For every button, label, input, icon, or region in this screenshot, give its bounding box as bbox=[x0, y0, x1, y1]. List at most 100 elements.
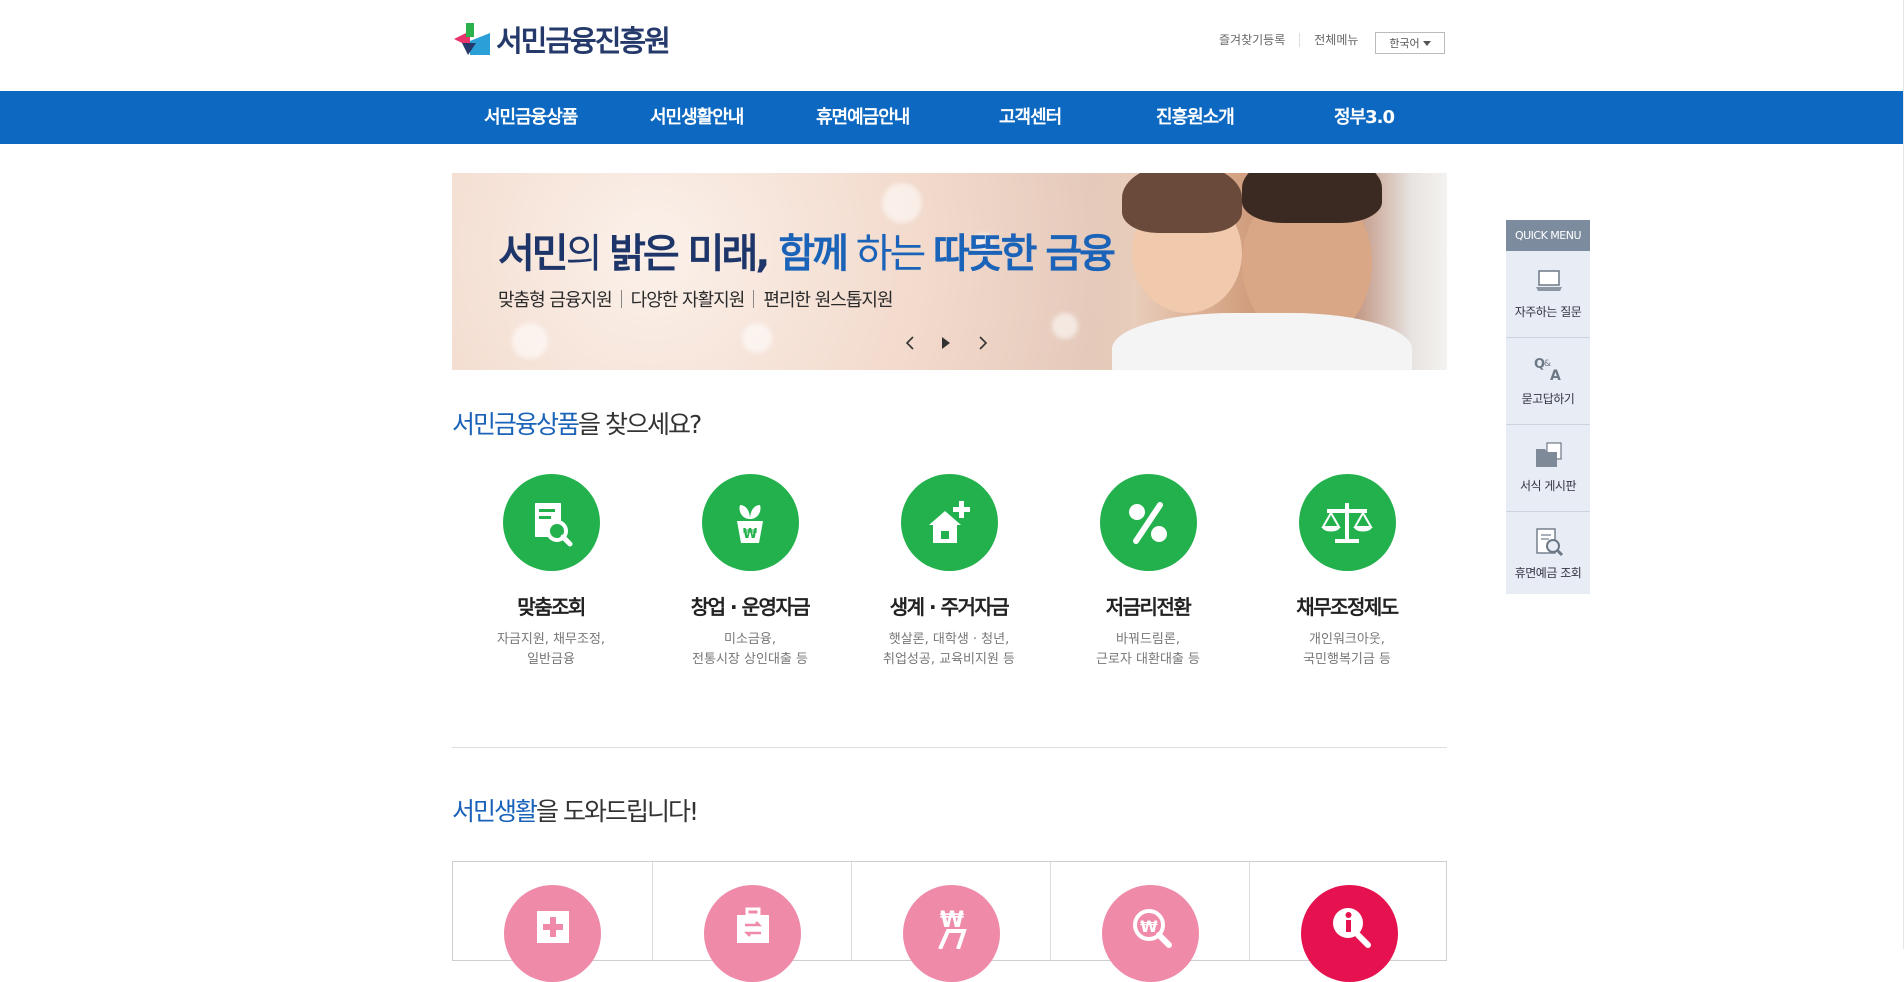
product-item-low-rate-conversion[interactable]: 저금리전환 바꿔드림론, 근로자 대환대출 등 bbox=[1048, 474, 1248, 670]
life-title-rest: 을 도와드립니다! bbox=[536, 797, 699, 826]
product-item-living-fund[interactable]: 생계 · 주거자금 햇살론, 대학생 · 청년, 취업성공, 교육비지원 등 bbox=[849, 474, 1049, 670]
products-title-highlight: 서민금융상품 bbox=[452, 410, 580, 439]
product-item-debt-adjustment[interactable]: 채무조정제도 개인워크아웃, 국민행복기금 등 bbox=[1247, 474, 1447, 670]
nav-item-customer-center[interactable]: 고객센터 bbox=[999, 91, 1062, 144]
product-icon-circle bbox=[1099, 474, 1197, 571]
nav-item-products[interactable]: 서민금융상품 bbox=[484, 91, 578, 144]
life-item-finance-aid[interactable]: ₩ bbox=[903, 885, 1000, 982]
banner-sub-divider bbox=[753, 290, 755, 308]
bokeh-light bbox=[882, 183, 922, 223]
won-chair-icon: ₩ bbox=[937, 908, 967, 949]
main-navigation: 서민금융상품 서민생활안내 휴면예금안내 고객센터 진흥원소개 정부3.0 bbox=[0, 91, 1903, 144]
product-desc-line: 자금지원, 채무조정, bbox=[496, 632, 606, 647]
banner-sub-divider bbox=[620, 290, 622, 308]
document-magnify-icon bbox=[1536, 528, 1564, 557]
quick-item-forms[interactable]: 서식 게시판 bbox=[1506, 425, 1590, 512]
quick-item-label: 자주하는 질문 bbox=[1514, 305, 1582, 319]
life-section-title: 서민생활을 도와드립니다! bbox=[452, 792, 699, 828]
product-desc-line: 햇살론, 대학생 · 청년, bbox=[888, 632, 1010, 647]
banner-title-part: 서민 bbox=[498, 231, 569, 277]
site-logo[interactable]: 서민금융진흥원 bbox=[452, 18, 671, 60]
language-select[interactable]: 한국어 bbox=[1375, 32, 1445, 54]
house-plus-icon bbox=[929, 500, 970, 543]
product-desc-line: 국민행복기금 등 bbox=[1303, 652, 1391, 667]
products-section-title: 서민금융상품을 찾으세요? bbox=[452, 405, 702, 441]
product-desc: 자금지원, 채무조정, 일반금융 bbox=[451, 630, 651, 670]
nav-item-gov30[interactable]: 정부3.0 bbox=[1334, 91, 1395, 144]
won-magnifier-icon: ₩ bbox=[1132, 909, 1172, 948]
quick-item-dormant-search[interactable]: 휴면예금 조회 bbox=[1506, 512, 1590, 594]
folder-icon bbox=[1536, 442, 1562, 467]
banner-title-part: 따뜻한 금융 bbox=[933, 231, 1116, 277]
products-title-rest: 을 찾으세요? bbox=[578, 410, 702, 439]
product-desc-line: 취업성공, 교육비지원 등 bbox=[883, 652, 1015, 667]
product-desc-line: 바꿔드림론, bbox=[1116, 632, 1180, 647]
quick-item-qna[interactable]: Q & A 묻고답하기 bbox=[1506, 338, 1590, 425]
product-desc: 미소금융, 전통시장 상인대출 등 bbox=[650, 630, 850, 670]
product-icon-circle bbox=[900, 474, 998, 571]
caret-down-icon bbox=[1422, 40, 1431, 46]
medical-cross-icon bbox=[536, 911, 569, 943]
life-item-won-search[interactable]: ₩ bbox=[1102, 885, 1199, 982]
banner-next-button[interactable] bbox=[971, 331, 995, 355]
life-cell bbox=[1249, 862, 1449, 982]
life-item-info-search[interactable] bbox=[1301, 885, 1398, 982]
language-value: 한국어 bbox=[1389, 37, 1420, 50]
life-cell: ₩ bbox=[851, 862, 1051, 982]
site-header: 서민금융진흥원 즐겨찾기등록 전체메뉴 한국어 bbox=[0, 0, 1903, 91]
banner-prev-button[interactable] bbox=[898, 331, 922, 355]
banner-subtitle: 맞춤형 금융지원 다양한 자활지원 편리한 원스톱지원 bbox=[498, 286, 894, 312]
product-item-startup-fund[interactable]: ₩ 창업 · 운영자금 미소금융, 전통시장 상인대출 등 bbox=[650, 474, 850, 670]
life-title-highlight: 서민생활 bbox=[452, 797, 538, 826]
nav-item-dormant-deposit[interactable]: 휴면예금안내 bbox=[816, 91, 910, 144]
product-desc: 햇살론, 대학생 · 청년, 취업성공, 교육비지원 등 bbox=[849, 630, 1049, 670]
bokeh-light bbox=[512, 323, 548, 359]
chevron-left-icon bbox=[905, 336, 914, 350]
banner-title-part: 밝은 미래, bbox=[609, 231, 779, 277]
util-divider bbox=[1299, 32, 1301, 47]
won-plant-icon: ₩ bbox=[737, 504, 763, 543]
product-desc-line: 근로자 대환대출 등 bbox=[1096, 652, 1200, 667]
quick-item-faq[interactable]: 자주하는 질문 bbox=[1506, 251, 1590, 338]
quick-item-label: 휴면예금 조회 bbox=[1514, 566, 1582, 580]
product-name: 맞춤조회 bbox=[517, 595, 586, 619]
laptop-icon bbox=[1536, 270, 1562, 291]
quick-item-label: 서식 게시판 bbox=[1519, 479, 1577, 493]
life-cell: ₩ bbox=[1050, 862, 1250, 982]
percent-icon bbox=[1129, 501, 1167, 544]
briefcase-exchange-icon bbox=[736, 907, 769, 943]
life-item-job[interactable] bbox=[704, 885, 801, 982]
quick-menu: QUICK MENU 자주하는 질문 Q & A 묻고답하기 서식 게시판 휴면… bbox=[1506, 220, 1590, 594]
nav-item-life-guide[interactable]: 서민생활안내 bbox=[650, 91, 744, 144]
qna-icon: Q & A bbox=[1534, 357, 1561, 384]
main-banner[interactable]: 서민의 밝은 미래, 함께 하는 따뜻한 금융 맞춤형 금융지원 다양한 자활지… bbox=[452, 173, 1447, 370]
product-name: 창업 · 운영자금 bbox=[690, 595, 811, 619]
banner-sub-item: 맞춤형 금융지원 bbox=[498, 290, 613, 311]
info-magnifier-icon bbox=[1332, 908, 1371, 948]
life-item-medical[interactable] bbox=[504, 885, 601, 982]
banner-title: 서민의 밝은 미래, 함께 하는 따뜻한 금융 bbox=[498, 221, 1116, 279]
sitemap-link[interactable]: 전체메뉴 bbox=[1314, 31, 1358, 48]
svg-text:₩: ₩ bbox=[1140, 917, 1158, 936]
logo-text: 서민금융진흥원 bbox=[496, 24, 671, 58]
product-icon-circle bbox=[502, 474, 600, 571]
product-name: 채무조정제도 bbox=[1296, 595, 1399, 619]
life-service-grid: ₩ ₩ bbox=[452, 861, 1449, 982]
product-name: 생계 · 주거자금 bbox=[889, 595, 1010, 619]
nav-item-about[interactable]: 진흥원소개 bbox=[1156, 91, 1235, 144]
quick-item-label: 묻고답하기 bbox=[1521, 392, 1575, 406]
product-desc-line: 일반금융 bbox=[527, 652, 575, 667]
document-search-icon bbox=[535, 502, 573, 546]
section-divider bbox=[452, 747, 1447, 748]
product-item-custom-search[interactable]: 맞춤조회 자금지원, 채무조정, 일반금융 bbox=[451, 474, 651, 670]
product-desc-line: 개인워크아웃, bbox=[1309, 632, 1385, 647]
product-desc: 바꿔드림론, 근로자 대환대출 등 bbox=[1048, 630, 1248, 670]
utility-links: 즐겨찾기등록 전체메뉴 bbox=[1219, 31, 1358, 48]
bookmark-link[interactable]: 즐겨찾기등록 bbox=[1219, 31, 1285, 48]
banner-play-button[interactable] bbox=[934, 331, 958, 355]
product-desc-line: 전통시장 상인대출 등 bbox=[692, 652, 808, 667]
product-icon-circle bbox=[1298, 474, 1396, 571]
life-cell bbox=[453, 862, 652, 982]
bokeh-light bbox=[742, 323, 772, 353]
child-hair bbox=[1122, 173, 1242, 233]
